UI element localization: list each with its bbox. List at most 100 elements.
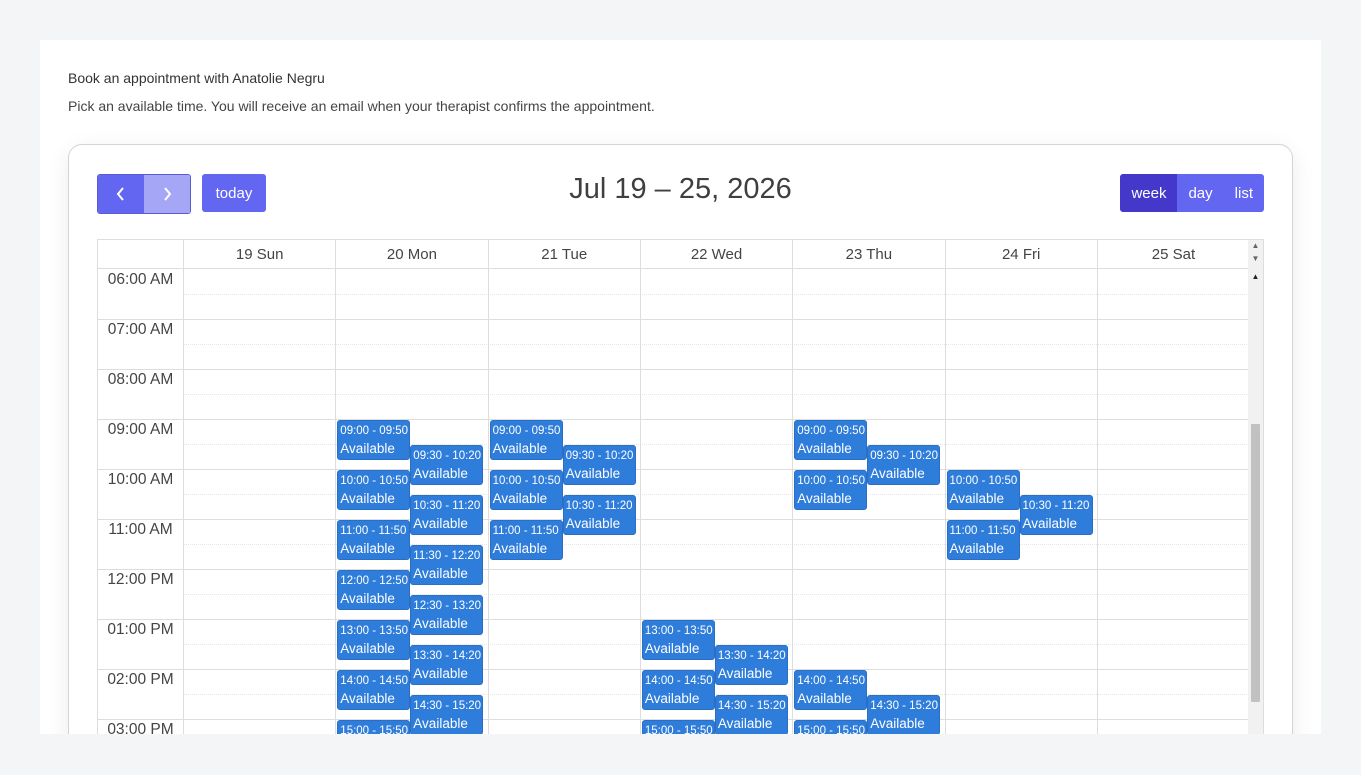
half-hour-gridline: [183, 394, 1249, 395]
date-range-title: Jul 19 – 25, 2026: [569, 173, 792, 205]
booking-card: Book an appointment with Anatolie Negru …: [40, 40, 1321, 734]
available-slot-event[interactable]: 11:00 - 11:50 Available: [946, 520, 1020, 560]
event-time: 14:30 - 15:20: [413, 700, 482, 712]
day-header: 20 Mon: [335, 240, 487, 269]
event-status: Available: [492, 491, 548, 506]
time-slot-label: 10:00 AM: [107, 471, 174, 488]
scroll-up-arrow-icon[interactable]: ▲: [1248, 240, 1263, 252]
available-slot-event[interactable]: 14:00 - 14:50 Available: [641, 670, 715, 710]
event-time: 09:00 - 09:50: [797, 425, 865, 437]
view-week-button[interactable]: week: [1120, 174, 1178, 212]
available-slot-event[interactable]: 10:30 - 11:20 Available: [562, 495, 636, 535]
event-status: Available: [870, 466, 925, 481]
event-time: 13:00 - 13:50: [340, 625, 409, 637]
event-time: 15:00 - 15:50: [797, 725, 865, 734]
available-slot-event[interactable]: 13:30 - 14:20 Available: [714, 645, 788, 685]
available-slot-event[interactable]: 10:30 - 11:20 Available: [1019, 495, 1093, 535]
available-slot-event[interactable]: 15:00 - 15:50Available: [641, 720, 715, 734]
available-slot-event[interactable]: 10:00 - 10:50 Available: [946, 470, 1020, 510]
day-column-divider: [335, 269, 337, 734]
available-slot-event[interactable]: 11:00 - 11:50 Available: [337, 520, 411, 560]
available-slot-event[interactable]: 10:00 - 10:50 Available: [794, 470, 868, 510]
available-slot-event[interactable]: 13:00 - 13:50 Available: [337, 620, 411, 660]
available-slot-event[interactable]: 14:00 - 14:50 Available: [337, 670, 411, 710]
event-time: 10:00 - 10:50: [797, 475, 865, 487]
event-status: Available: [644, 691, 700, 706]
available-slot-event[interactable]: 14:30 - 15:20 Available: [410, 695, 484, 734]
available-slot-event[interactable]: 09:30 - 10:20 Available: [867, 445, 941, 485]
day-header: 21 Tue: [487, 240, 640, 269]
event-status: Available: [565, 466, 621, 481]
hour-gridline: [98, 369, 1249, 370]
hour-gridline: [98, 469, 1249, 470]
event-status: Available: [797, 691, 852, 706]
event-status: Available: [644, 641, 700, 656]
time-slot-label: 02:00 PM: [107, 671, 174, 688]
day-column-divider: [639, 269, 641, 734]
available-slot-event[interactable]: 15:00 - 15:50Available: [337, 720, 411, 734]
time-slot-label: 09:00 AM: [107, 421, 174, 438]
event-status: Available: [413, 616, 468, 631]
event-time: 11:00 - 11:50: [340, 525, 407, 537]
half-hour-gridline: [183, 344, 1249, 345]
hour-gridline: [98, 419, 1249, 420]
event-time: 14:00 - 14:50: [644, 675, 713, 687]
available-slot-event[interactable]: 09:30 - 10:20 Available: [410, 445, 484, 485]
event-status: Available: [717, 716, 773, 731]
event-time: 15:00 - 15:50: [644, 725, 713, 734]
available-slot-event[interactable]: 11:30 - 12:20 Available: [410, 545, 484, 585]
time-slot-label: 12:00 PM: [107, 571, 174, 588]
view-list-button[interactable]: list: [1223, 174, 1264, 212]
available-slot-event[interactable]: 10:30 - 11:20 Available: [410, 495, 484, 535]
page-title: Book an appointment with Anatolie Negru: [68, 70, 325, 86]
available-slot-event[interactable]: 12:30 - 13:20 Available: [410, 595, 484, 635]
event-status: Available: [340, 441, 395, 456]
available-slot-event[interactable]: 13:00 - 13:50 Available: [641, 620, 715, 660]
day-header: 19 Sun: [183, 240, 335, 269]
event-time: 14:00 - 14:50: [797, 675, 865, 687]
available-slot-event[interactable]: 10:00 - 10:50 Available: [489, 470, 563, 510]
event-time: 11:00 - 11:50: [492, 525, 559, 537]
event-status: Available: [340, 591, 395, 606]
available-slot-event[interactable]: 09:30 - 10:20 Available: [562, 445, 636, 485]
week-grid: 19 Sun 20 Mon 21 Tue 22 Wed 23 Thu 24 Fri 25 S…: [97, 239, 1264, 734]
event-status: Available: [949, 541, 1005, 556]
event-status: Available: [413, 516, 468, 531]
day-column-divider: [792, 269, 794, 734]
available-slot-event[interactable]: 14:00 - 14:50 Available: [794, 670, 868, 710]
event-status: Available: [717, 666, 773, 681]
event-status: Available: [949, 491, 1005, 506]
event-time: 11:00 - 11:50: [949, 525, 1016, 537]
available-slot-event[interactable]: 14:30 - 15:20 Available: [867, 695, 941, 734]
hour-gridline: [98, 569, 1249, 570]
available-slot-event[interactable]: 10:00 - 10:50 Available: [337, 470, 411, 510]
event-time: 09:30 - 10:20: [870, 450, 938, 462]
event-status: Available: [565, 516, 621, 531]
event-status: Available: [797, 441, 852, 456]
available-slot-event[interactable]: 09:00 - 09:50 Available: [337, 420, 411, 460]
hour-gridline: [98, 319, 1249, 320]
page-subtitle: Pick an available time. You will receive…: [68, 98, 655, 114]
view-switcher: week day list: [1120, 174, 1264, 212]
scrollbar-thumb[interactable]: [1251, 424, 1260, 702]
available-slot-event[interactable]: 11:00 - 11:50 Available: [489, 520, 563, 560]
event-time: 13:00 - 13:50: [644, 625, 713, 637]
day-column-divider: [944, 269, 946, 734]
event-status: Available: [340, 641, 395, 656]
time-grid-body[interactable]: 06:00 AM 07:00 AM 08:00 AM 09:00 AM 10:00 AM…: [98, 269, 1249, 734]
vertical-scrollbar[interactable]: ▲ ▼ ▲: [1248, 240, 1263, 734]
day-header: 24 Fri: [944, 240, 1097, 269]
view-day-button[interactable]: day: [1177, 174, 1224, 212]
available-slot-event[interactable]: 09:00 - 09:50 Available: [489, 420, 563, 460]
available-slot-event[interactable]: 09:00 - 09:50 Available: [794, 420, 868, 460]
scroll-down-arrow-icon[interactable]: ▼: [1248, 253, 1263, 265]
scroll-up-arrow-icon[interactable]: ▲: [1248, 271, 1263, 283]
available-slot-event[interactable]: 15:00 - 15:50Available: [794, 720, 868, 734]
day-header-row: 19 Sun 20 Mon 21 Tue 22 Wed 23 Thu 24 Fri 25 S…: [98, 240, 1249, 269]
event-status: Available: [492, 541, 548, 556]
time-slot-label: 07:00 AM: [107, 321, 174, 338]
available-slot-event[interactable]: 14:30 - 15:20 Available: [714, 695, 788, 734]
available-slot-event[interactable]: 12:00 - 12:50 Available: [337, 570, 411, 610]
available-slot-event[interactable]: 13:30 - 14:20 Available: [410, 645, 484, 685]
time-slot-label: 03:00 PM: [107, 721, 174, 734]
